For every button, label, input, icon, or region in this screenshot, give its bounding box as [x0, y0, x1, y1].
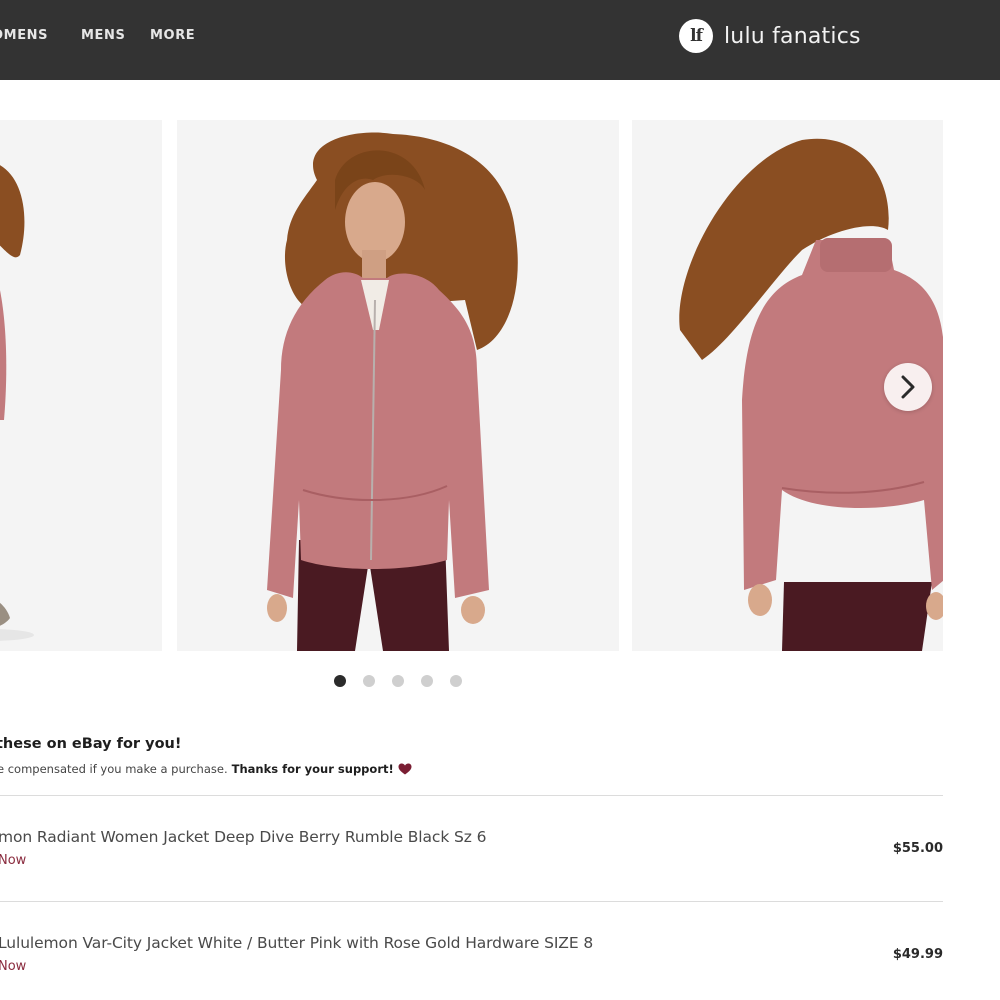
product-image-side	[0, 120, 162, 651]
listing-cta[interactable]: Now	[0, 959, 26, 974]
divider	[0, 901, 943, 902]
carousel-slide-front[interactable]	[177, 120, 619, 651]
logo-mark: lf	[679, 19, 713, 53]
nav-womens[interactable]: OMENS	[0, 28, 48, 43]
listing-price: $55.00	[892, 841, 943, 856]
divider	[0, 795, 943, 796]
carousel-dot[interactable]	[392, 675, 404, 687]
carousel-dot[interactable]	[450, 675, 462, 687]
nav-mens[interactable]: MENS	[81, 28, 125, 43]
carousel-slide-side[interactable]	[0, 120, 162, 651]
carousel-next-button[interactable]	[884, 363, 932, 411]
carousel-dot[interactable]	[334, 675, 346, 687]
chevron-right-icon	[901, 375, 915, 399]
listing-price: $49.99	[892, 947, 943, 962]
carousel-dots	[334, 675, 462, 687]
product-image-front	[177, 120, 619, 651]
nav-more[interactable]: MORE	[150, 28, 195, 43]
heart-icon	[398, 763, 412, 775]
listing-title[interactable]: Lululemon Var-City Jacket White / Butter…	[0, 934, 593, 952]
site-header: OMENS MENS MORE lf lulu fanatics	[0, 0, 1000, 80]
logo-text: lulu fanatics	[724, 23, 861, 49]
disclaimer-text: e compensated if you make a purchase.	[0, 762, 228, 776]
carousel-dot[interactable]	[363, 675, 375, 687]
site-logo[interactable]: lf lulu fanatics	[679, 18, 861, 54]
thanks-text: Thanks for your support!	[231, 762, 394, 776]
listing-cta[interactable]: Now	[0, 853, 26, 868]
ebay-disclaimer: e compensated if you make a purchase. Th…	[0, 762, 412, 776]
carousel-dot[interactable]	[421, 675, 433, 687]
listing-title[interactable]: mon Radiant Women Jacket Deep Dive Berry…	[0, 828, 487, 846]
ebay-heading: these on eBay for you!	[0, 736, 182, 752]
